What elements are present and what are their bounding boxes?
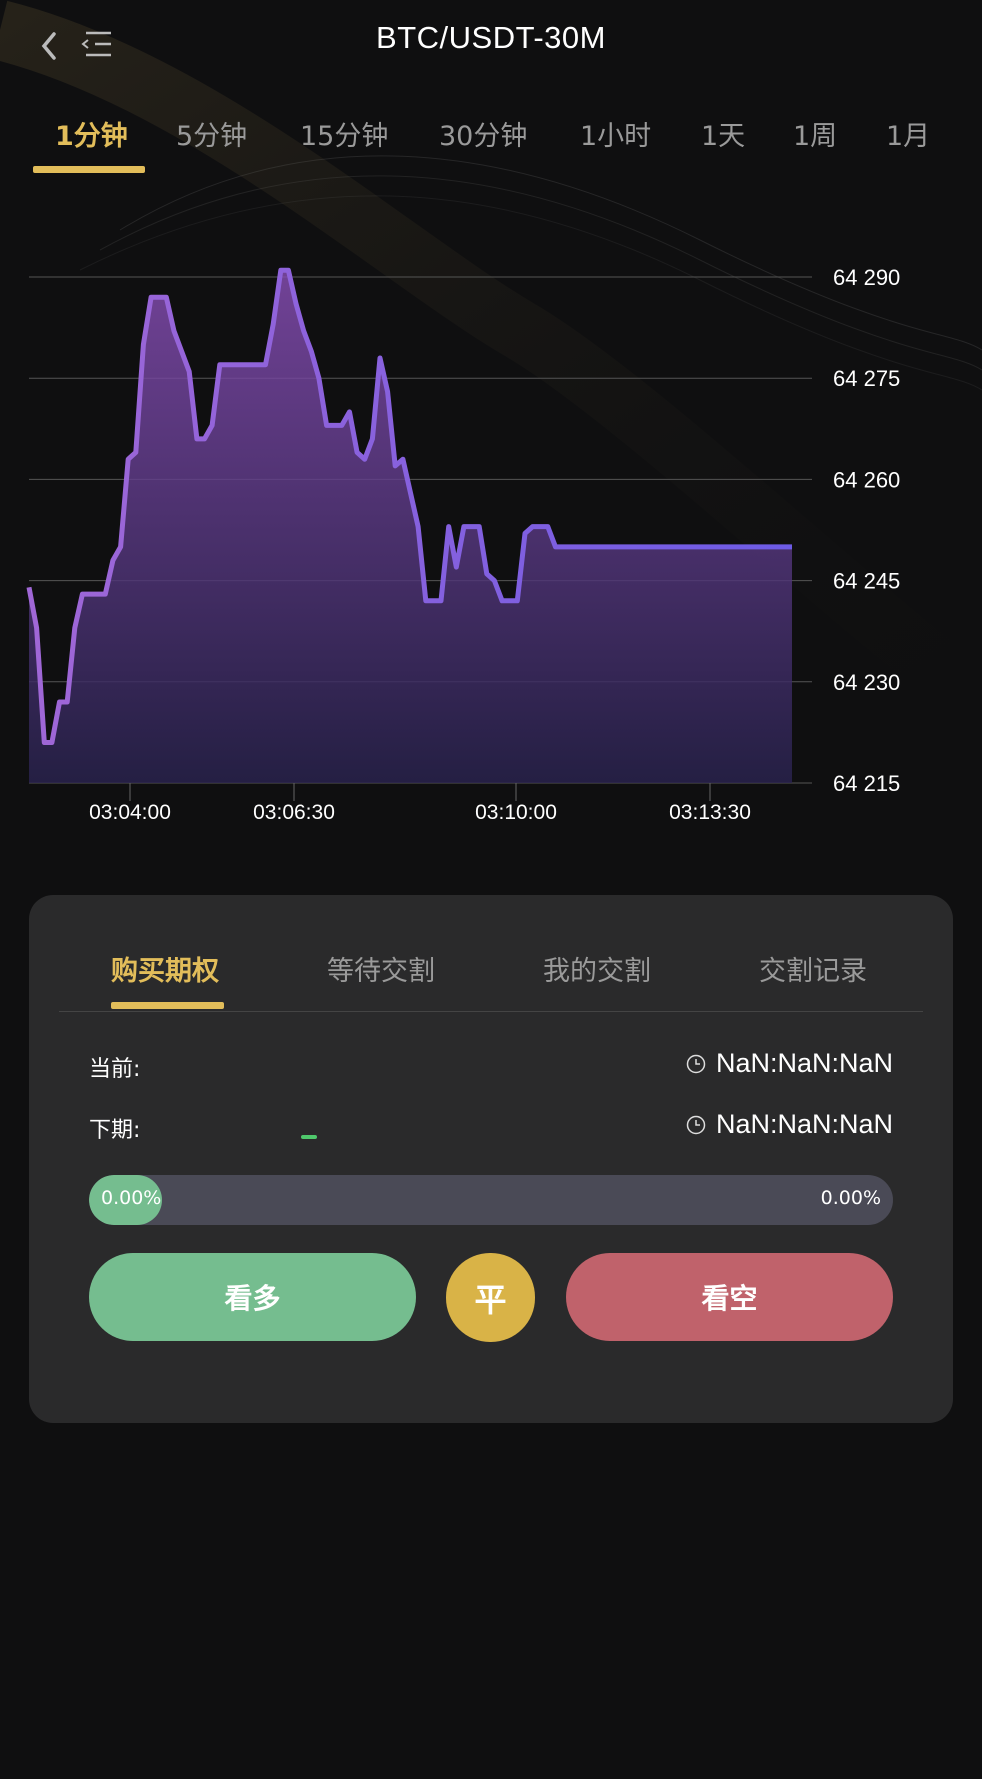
y-tick-label: 64 215 xyxy=(833,771,900,796)
tab-my-delivery[interactable]: 我的交割 xyxy=(543,949,651,988)
tab-1min[interactable]: 1分钟 xyxy=(55,114,128,153)
tab-30min[interactable]: 30分钟 xyxy=(439,114,527,153)
next-countdown: NaN:NaN:NaN xyxy=(686,1109,893,1140)
interval-tabs: 1分钟 5分钟 15分钟 30分钟 1小时 1天 1周 1月 xyxy=(0,108,982,178)
tab-1day[interactable]: 1天 xyxy=(701,114,745,153)
next-countdown-value: NaN:NaN:NaN xyxy=(715,1109,893,1139)
price-chart: 64 290 64 275 64 260 64 245 64 230 64 215 03:… xyxy=(26,265,900,824)
y-tick-label: 64 290 xyxy=(833,265,900,290)
x-tick-label: 03:13:30 xyxy=(669,801,751,824)
header: BTC/USDT-30M xyxy=(0,0,982,90)
flat-button[interactable]: 平 xyxy=(446,1253,535,1342)
tab-active-indicator xyxy=(33,166,145,173)
tab-15min[interactable]: 15分钟 xyxy=(300,114,388,153)
y-tick-label: 64 245 xyxy=(833,569,900,594)
current-countdown: NaN:NaN:NaN xyxy=(686,1048,893,1079)
x-tick-label: 03:04:00 xyxy=(89,801,171,824)
tab-1month[interactable]: 1月 xyxy=(886,114,930,153)
y-tick-label: 64 260 xyxy=(833,467,900,492)
current-period-label: 当前: xyxy=(89,1057,141,1082)
tab-delivery-records[interactable]: 交割记录 xyxy=(759,949,867,988)
x-tick-label: 03:06:30 xyxy=(253,801,335,824)
x-tick-label: 03:10:00 xyxy=(475,801,557,824)
short-percent: 0.00% xyxy=(820,1187,881,1209)
tab-1week[interactable]: 1周 xyxy=(793,114,837,153)
divider xyxy=(59,1011,923,1012)
buy-long-button[interactable]: 看多 xyxy=(89,1253,416,1341)
panel-tab-active-indicator xyxy=(111,1002,224,1009)
status-dash xyxy=(301,1135,317,1139)
buy-short-button[interactable]: 看空 xyxy=(566,1253,893,1341)
tab-1hour[interactable]: 1小时 xyxy=(580,114,651,153)
trade-panel: 购买期权 等待交割 我的交割 交割记录 当前: NaN:NaN:NaN 下期: … xyxy=(29,895,953,1423)
page-title: BTC/USDT-30M xyxy=(376,20,606,55)
y-tick-label: 64 230 xyxy=(833,670,900,695)
clock-icon xyxy=(686,1115,706,1134)
current-countdown-value: NaN:NaN:NaN xyxy=(715,1048,893,1078)
next-period-label: 下期: xyxy=(89,1118,141,1143)
clock-icon xyxy=(686,1054,706,1073)
long-percent: 0.00% xyxy=(101,1187,162,1209)
tab-5min[interactable]: 5分钟 xyxy=(176,114,247,153)
tab-buy-option[interactable]: 购买期权 xyxy=(111,949,219,988)
long-short-ratio-bar: 0.00% 0.00% xyxy=(89,1175,893,1225)
y-tick-label: 64 275 xyxy=(833,366,900,391)
tab-pending-delivery[interactable]: 等待交割 xyxy=(327,949,435,988)
